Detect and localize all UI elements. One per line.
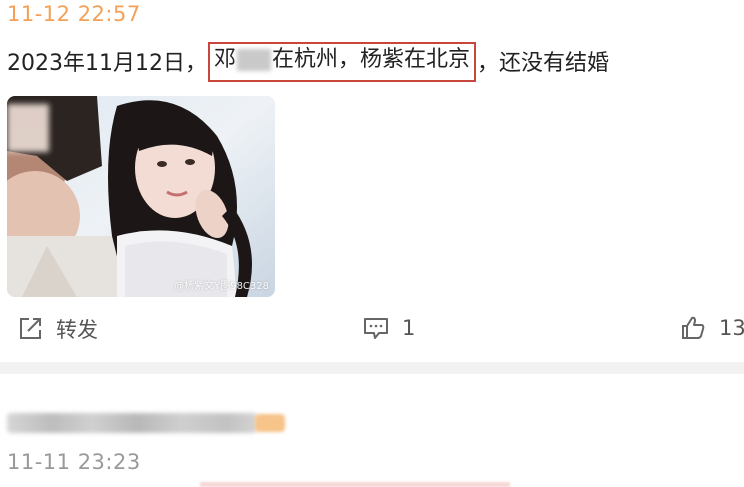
like-button[interactable]: 13: [679, 314, 744, 342]
post1-text-prefix: 2023年11月12日，: [7, 51, 207, 76]
vip-badge-icon: [255, 414, 285, 432]
post2-timestamp[interactable]: 11-11 23:23: [7, 450, 141, 474]
like-count: 13: [719, 316, 744, 340]
comment-button[interactable]: 1: [362, 314, 415, 342]
highlight-name1: 邓: [213, 47, 236, 72]
repost-label: 转发: [56, 318, 98, 342]
highlight-part2: 杨紫在北京: [360, 47, 471, 72]
post-photo[interactable]: @杨紫文Y图98C328: [7, 96, 275, 297]
blurred-name-chip: [237, 49, 271, 71]
couple-photo-illustration: [7, 96, 275, 297]
highlight-box: 邓 在杭州，杨紫在北京: [207, 42, 477, 82]
thumbs-up-icon: [679, 314, 707, 342]
photo-watermark: @杨紫文Y图98C328: [174, 281, 269, 292]
repost-button[interactable]: 转发: [16, 314, 98, 344]
post1-timestamp[interactable]: 11-12 22:57: [7, 2, 141, 26]
share-external-icon: [16, 315, 44, 343]
post2-username-blurred[interactable]: [7, 410, 285, 436]
post2-content-peek: [200, 482, 510, 487]
highlight-part1-rest: 在杭州，: [272, 47, 361, 72]
post1-text-suffix: ，还没有结婚: [477, 51, 610, 76]
post1-action-bar: 转发 1 13: [0, 310, 744, 350]
comment-count: 1: [402, 316, 416, 340]
feed-divider: [0, 362, 744, 374]
comment-bubble-icon: [362, 314, 390, 342]
post1-text: 2023年11月12日，邓 在杭州，杨紫在北京 ，还没有结婚: [7, 42, 610, 82]
blurred-username: [7, 413, 257, 433]
